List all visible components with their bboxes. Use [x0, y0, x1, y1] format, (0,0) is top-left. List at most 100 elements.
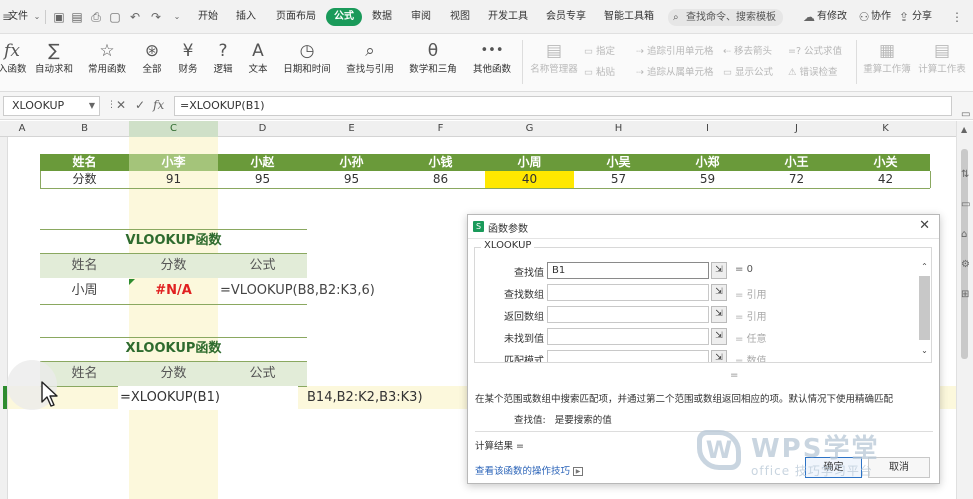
undo-icon[interactable]: ↶ — [128, 10, 142, 24]
table-cell-highlighted[interactable]: 40 — [485, 171, 574, 188]
math-trig-button[interactable]: θ 数学和三角 — [405, 38, 461, 76]
fx-icon[interactable]: fx — [153, 98, 164, 112]
paste-button[interactable]: ▭ 粘贴 — [584, 64, 615, 78]
lookup-reference-button[interactable]: ⌕ 查找与引用 — [342, 38, 398, 76]
drag-handle-icon[interactable]: ⋮ — [107, 100, 116, 110]
tab-view[interactable]: 视图 — [450, 8, 470, 26]
logical-button[interactable]: ? 逻辑 — [209, 38, 237, 76]
text-button[interactable]: A 文本 — [244, 38, 272, 76]
side-tool-icon[interactable]: ⊞ — [961, 289, 969, 300]
sidebar-toggle-icon[interactable]: ▭ — [961, 109, 970, 120]
all-functions-button[interactable]: ⊛ 全部 — [138, 38, 166, 76]
error-check-button[interactable]: ⚠ 错误检查 — [788, 64, 838, 78]
side-tool-icon[interactable]: ▭ — [961, 199, 970, 210]
cancel-icon[interactable]: ✕ — [116, 98, 126, 112]
side-tool-icon[interactable]: ⌂ — [961, 229, 967, 240]
vlookup-name-cell[interactable]: 小周 — [40, 279, 129, 303]
side-tool-icon[interactable]: ⚙ — [961, 259, 970, 270]
pdf-icon[interactable]: ▤ — [70, 10, 84, 24]
vlookup-header-formula[interactable]: 公式 — [218, 254, 307, 278]
table-header-cell[interactable]: 小赵 — [218, 154, 307, 171]
tab-page-layout[interactable]: 页面布局 — [276, 8, 316, 26]
range-select-icon[interactable]: ⇲ — [711, 328, 727, 345]
scrollbar-thumb[interactable] — [961, 149, 968, 359]
remove-arrows-button[interactable]: ⇠ 移去箭头 — [723, 43, 772, 57]
range-select-icon[interactable]: ⇲ — [711, 350, 727, 362]
chevron-down-icon[interactable]: ⌄ — [919, 346, 930, 355]
side-tool-icon[interactable]: ⇅ — [961, 169, 969, 180]
column-header-g[interactable]: G — [485, 121, 574, 137]
column-header-d[interactable]: D — [218, 121, 307, 137]
collab-button[interactable]: 协作 — [871, 8, 891, 26]
vlookup-formula-cell[interactable]: =VLOOKUP(B8,B2:K3,6) — [220, 279, 410, 303]
range-select-icon[interactable]: ⇲ — [711, 284, 727, 301]
table-cell[interactable]: 42 — [841, 171, 930, 188]
column-header-i[interactable]: I — [663, 121, 752, 137]
chevron-down-icon[interactable]: ▼ — [89, 97, 95, 115]
more-icon[interactable]: ⋮ — [950, 10, 964, 24]
match-mode-input[interactable] — [547, 350, 709, 362]
tab-formulas[interactable]: 公式 — [326, 8, 362, 26]
table-header-cell[interactable]: 小孙 — [307, 154, 396, 171]
vertical-scrollbar[interactable]: ▭ ▲ ⇅ ▭ ⌂ ⚙ ⊞ — [956, 109, 973, 499]
lookup-array-input[interactable] — [547, 284, 709, 301]
confirm-icon[interactable]: ✓ — [135, 98, 145, 112]
assign-button[interactable]: ▭ 指定 — [584, 43, 615, 57]
save-icon[interactable]: ▣ — [52, 10, 66, 24]
active-cell-editor[interactable]: =XLOOKUP(B1) — [118, 386, 298, 410]
chevron-up-icon[interactable]: ▲ — [961, 125, 967, 134]
table-cell[interactable]: 95 — [307, 171, 396, 188]
tab-member[interactable]: 会员专享 — [546, 8, 586, 26]
trace-precedents-button[interactable]: ⇢ 追踪引用单元格 — [636, 43, 714, 57]
menu-icon[interactable]: ≡ — [2, 10, 12, 24]
range-select-icon[interactable]: ⇲ — [711, 306, 727, 323]
print-preview-icon[interactable]: ▢ — [108, 10, 122, 24]
table-cell[interactable]: 91 — [129, 171, 218, 188]
lookup-value-input[interactable]: B1 — [547, 262, 709, 279]
financial-button[interactable]: ¥ 财务 — [174, 38, 202, 76]
table-cell[interactable]: 59 — [663, 171, 752, 188]
table-header-cell[interactable]: 小周 — [485, 154, 574, 171]
share-button[interactable]: 分享 — [912, 8, 932, 26]
range-select-icon[interactable]: ⇲ — [711, 262, 727, 279]
table-header-cell[interactable]: 小王 — [752, 154, 841, 171]
tab-insert[interactable]: 插入 — [236, 8, 256, 26]
vlookup-header-score[interactable]: 分数 — [129, 254, 218, 278]
column-header-h[interactable]: H — [574, 121, 663, 137]
table-header-name[interactable]: 姓名 — [40, 154, 129, 171]
column-header-j[interactable]: J — [752, 121, 841, 137]
date-time-button[interactable]: ◷ 日期和时间 — [279, 38, 335, 76]
chevron-down-icon[interactable]: ⌄ — [170, 10, 184, 24]
arguments-scrollbar[interactable]: ⌃ ⌄ — [919, 262, 930, 359]
return-array-input[interactable] — [547, 306, 709, 323]
close-icon[interactable]: ✕ — [919, 218, 930, 233]
table-cell[interactable]: 95 — [218, 171, 307, 188]
column-header-b[interactable]: B — [40, 121, 129, 137]
recalc-workbook-button[interactable]: ▦ 重算工作簿 — [862, 38, 912, 76]
table-header-cell[interactable]: 小郑 — [663, 154, 752, 171]
table-cell[interactable]: 57 — [574, 171, 663, 188]
modified-status[interactable]: 有修改 — [817, 8, 847, 26]
tab-review[interactable]: 审阅 — [411, 8, 431, 26]
common-functions-button[interactable]: ☆ 常用函数 — [84, 38, 130, 76]
tab-smart-toolbox[interactable]: 智能工具箱 — [604, 8, 654, 26]
help-link[interactable]: 查看该函数的操作技巧 ▶ — [475, 463, 584, 477]
name-manager-button[interactable]: ▤ 名称管理器 — [528, 38, 580, 76]
table-cell[interactable]: 86 — [396, 171, 485, 188]
calc-sheet-button[interactable]: ▤ 计算工作表 — [916, 38, 968, 76]
redo-icon[interactable]: ↷ — [149, 10, 163, 24]
insert-function-button[interactable]: fx 入函数 — [0, 38, 27, 76]
command-search[interactable]: ⌕ 查找命令、搜索模板 — [668, 9, 783, 26]
file-menu[interactable]: 文件 — [8, 8, 28, 26]
print-icon[interactable]: ⎙ — [89, 10, 103, 24]
vlookup-header-name[interactable]: 姓名 — [40, 254, 129, 278]
tab-data[interactable]: 数据 — [372, 8, 392, 26]
column-header-k[interactable]: K — [841, 121, 930, 137]
chevron-down-icon[interactable]: ⌄ — [30, 10, 44, 24]
table-header-cell[interactable]: 小李 — [129, 154, 218, 171]
column-header-a[interactable]: A — [12, 121, 32, 137]
scrollbar-thumb[interactable] — [919, 276, 930, 340]
table-cell[interactable]: 72 — [752, 171, 841, 188]
autosum-button[interactable]: ∑ 自动求和 — [32, 38, 76, 76]
table-header-cell[interactable]: 小吴 — [574, 154, 663, 171]
